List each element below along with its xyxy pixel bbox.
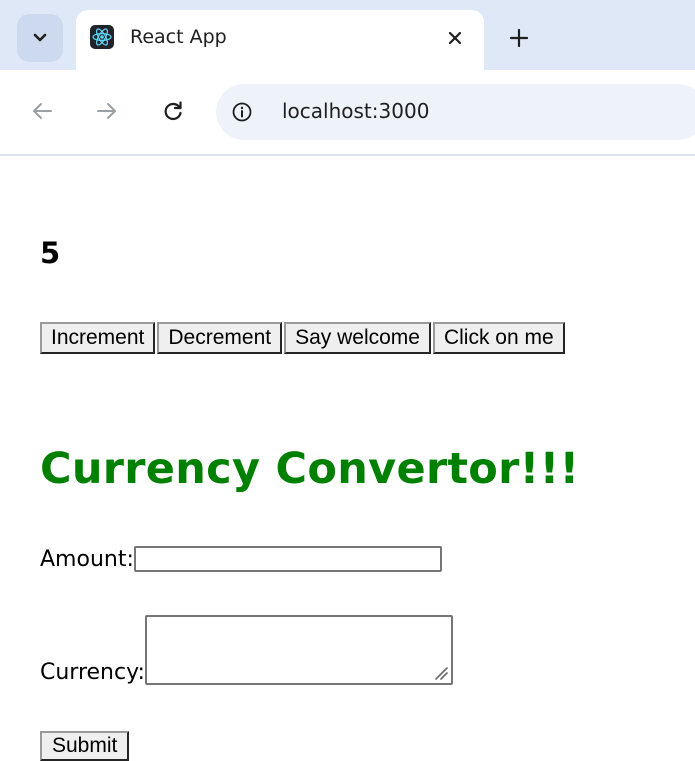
arrow-left-icon: [33, 103, 52, 119]
tab-search-dropdown-button[interactable]: [17, 14, 63, 62]
increment-button[interactable]: Increment: [40, 322, 156, 354]
arrow-right-icon: [97, 103, 116, 119]
info-icon: [232, 102, 252, 122]
url-text[interactable]: localhost:3000: [282, 99, 429, 123]
decrement-button[interactable]: Decrement: [157, 322, 283, 354]
page-content: 5 Increment Decrement Say welcome Click …: [0, 156, 695, 761]
currency-textarea-wrapper: [144, 615, 453, 685]
browser-tab-strip: React App: [0, 0, 695, 70]
currency-field-row: Currency:: [40, 615, 453, 685]
currency-textarea[interactable]: [144, 615, 453, 685]
counter-button-row: Increment Decrement Say welcome Click on…: [40, 322, 565, 354]
site-info-button[interactable]: [228, 98, 256, 126]
back-button[interactable]: [27, 96, 57, 126]
amount-input[interactable]: [133, 546, 442, 572]
chevron-down-icon: [32, 29, 48, 48]
new-tab-button[interactable]: [505, 24, 533, 52]
close-icon: [448, 31, 462, 45]
close-tab-button[interactable]: [442, 25, 468, 51]
reload-icon: [164, 101, 182, 121]
amount-field-row: Amount:: [40, 546, 442, 572]
address-bar[interactable]: localhost:3000: [216, 84, 695, 140]
say-welcome-button[interactable]: Say welcome: [284, 322, 431, 354]
reload-button[interactable]: [158, 96, 188, 126]
amount-label: Amount:: [40, 546, 134, 572]
tab-title: React App: [130, 26, 227, 48]
react-logo-icon: [90, 25, 114, 49]
browser-tab-active[interactable]: React App: [76, 10, 484, 70]
currency-label: Currency:: [40, 660, 145, 685]
click-on-me-button[interactable]: Click on me: [432, 322, 565, 354]
counter-value: 5: [40, 236, 61, 270]
forward-button[interactable]: [92, 96, 122, 126]
browser-toolbar: localhost:3000: [0, 70, 695, 156]
plus-icon: [509, 28, 529, 48]
page-title: Currency Convertor!!!: [40, 444, 580, 494]
